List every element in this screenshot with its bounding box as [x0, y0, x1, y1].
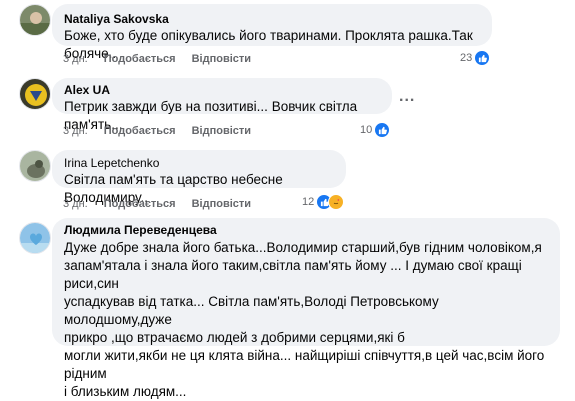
comment-time[interactable]: 3 дн.: [63, 197, 88, 211]
avatar[interactable]: [19, 4, 51, 36]
like-button[interactable]: Подобається: [104, 124, 176, 138]
comment-author[interactable]: Людмила Переведенцева: [64, 222, 548, 238]
comment-author[interactable]: Irina Lepetchenko: [64, 155, 334, 171]
reply-button[interactable]: Відповісти: [192, 52, 251, 66]
like-icon: [374, 122, 391, 138]
care-icon: [328, 194, 345, 210]
comment-time[interactable]: 3 дн.: [63, 124, 88, 138]
reply-button[interactable]: Відповісти: [192, 197, 251, 211]
comment-author[interactable]: Nataliya Sakovska: [64, 11, 480, 27]
comment-time[interactable]: 3 дн.: [63, 52, 88, 66]
like-button[interactable]: Подобається: [104, 52, 176, 66]
reaction-count[interactable]: 10: [360, 122, 391, 138]
avatar[interactable]: [19, 78, 51, 110]
reaction-count[interactable]: 12: [302, 194, 345, 210]
comment-bubble: Людмила Переведенцева Дуже добре знала й…: [52, 218, 560, 399]
comment-bubble: Nataliya Sakovska Боже, хто буде опікува…: [52, 4, 492, 61]
like-button[interactable]: Подобається: [104, 197, 176, 211]
comment-text: Дуже добре знала його батька...Володимир…: [64, 240, 545, 399]
reaction-number: 12: [302, 196, 315, 208]
comment-bubble: Alex UA Петрик завжди був на позитиві...…: [52, 78, 392, 132]
reaction-number: 10: [360, 124, 373, 136]
comment-actions: 3 дн. Подобається Відповісти: [63, 52, 267, 66]
comment-bubble: Irina Lepetchenko Світла пам'ять та царс…: [52, 150, 346, 205]
reaction-count[interactable]: 23: [460, 50, 491, 66]
comment-author[interactable]: Alex UA: [64, 82, 380, 98]
reply-button[interactable]: Відповісти: [192, 124, 251, 138]
comment-actions: 3 дн. Подобається Відповісти: [63, 197, 267, 211]
reaction-number: 23: [460, 52, 473, 64]
more-options-button[interactable]: ...: [399, 88, 415, 106]
avatar[interactable]: [19, 222, 51, 254]
comment-actions: 3 дн. Подобається Відповісти: [63, 124, 267, 138]
like-icon: [474, 50, 491, 66]
avatar[interactable]: [19, 150, 51, 182]
